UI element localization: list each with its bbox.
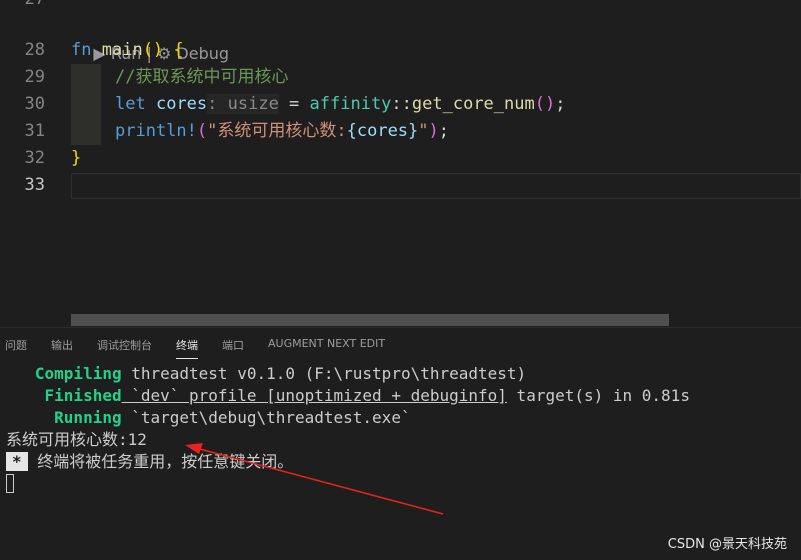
code-editor[interactable]: 27 ▶ Run | ⚙ Debug 28 fn main() { 29 //获… bbox=[0, 0, 801, 326]
watermark: CSDN @景天科技苑 bbox=[667, 537, 787, 552]
code-line-29[interactable]: //获取系统中可用核心 bbox=[115, 64, 288, 91]
token: ; bbox=[438, 121, 450, 141]
terminal-output[interactable]: Compiling threadtest v0.1.0 (F:\rustpro\… bbox=[0, 360, 801, 560]
tab-output[interactable]: 输出 bbox=[51, 337, 73, 353]
token: affinity bbox=[309, 94, 392, 114]
token: ; bbox=[555, 94, 566, 114]
line-number-32: 32 bbox=[24, 148, 45, 168]
code-line-31[interactable]: println!("系统可用核心数:{cores}"); bbox=[115, 118, 449, 145]
token: get_core_num bbox=[411, 94, 535, 114]
terminal-line: Running `target\debug\threadtest.exe` bbox=[6, 407, 411, 429]
token: "系统可用核心数: bbox=[207, 121, 347, 141]
terminal-line: Finished `dev` profile [unoptimized + de… bbox=[6, 385, 690, 407]
token: main bbox=[101, 40, 143, 60]
cargo-status: Running bbox=[6, 408, 122, 427]
token: {cores} bbox=[346, 121, 419, 141]
token: fn bbox=[71, 40, 92, 60]
terminal-text: 终端将被任务重用，按任意键关闭。 bbox=[27, 452, 294, 471]
line-number-28: 28 bbox=[24, 40, 45, 60]
terminal-line: * 终端将被任务重用，按任意键关闭。 bbox=[6, 451, 293, 473]
terminal-text: threadtest v0.1.0 (F:\rustpro\threadtest… bbox=[121, 364, 527, 383]
tab-terminal[interactable]: 终端 bbox=[176, 337, 198, 359]
line-number-33: 33 bbox=[24, 175, 45, 195]
terminal-text: `target\debug\threadtest.exe` bbox=[121, 408, 411, 427]
token: let bbox=[115, 94, 146, 114]
token: } bbox=[71, 148, 82, 168]
token: () bbox=[142, 40, 164, 60]
terminal-line: Compiling threadtest v0.1.0 (F:\rustpro\… bbox=[6, 363, 526, 385]
horizontal-scrollbar[interactable] bbox=[71, 314, 669, 326]
code-line-32[interactable]: } bbox=[71, 145, 81, 172]
terminal-text: `dev` profile bbox=[121, 386, 267, 405]
code-line-30[interactable]: let cores: usize = affinity::get_core_nu… bbox=[115, 91, 565, 118]
token: :: bbox=[391, 94, 412, 114]
program-output-line: 系统可用核心数:12 bbox=[6, 430, 147, 449]
token: = bbox=[278, 94, 310, 114]
line-number-27: 27 bbox=[0, 0, 45, 13]
token: " bbox=[418, 121, 429, 141]
token: println! bbox=[115, 121, 197, 141]
current-line-highlight bbox=[71, 173, 801, 199]
cargo-status: Compiling bbox=[6, 364, 122, 383]
type-inlay-hint: : usize bbox=[207, 94, 279, 114]
panel-tab-bar: 问题 输出 调试控制台 终端 端口 AUGMENT NEXT EDIT bbox=[0, 327, 801, 360]
cargo-status: Finished bbox=[6, 386, 122, 405]
terminal-text: [unoptimized + debuginfo] bbox=[266, 386, 507, 405]
tab-ports[interactable]: 端口 bbox=[222, 337, 244, 353]
tab-debug-console[interactable]: 调试控制台 bbox=[97, 337, 152, 353]
terminal-cursor bbox=[6, 474, 14, 493]
tab-augment-next-edit[interactable]: AUGMENT NEXT EDIT bbox=[268, 337, 385, 350]
line-number-29: 29 bbox=[24, 67, 45, 87]
code-line-28[interactable]: fn main() { bbox=[71, 37, 184, 64]
token: { bbox=[173, 40, 184, 60]
line-number-30: 30 bbox=[24, 94, 45, 114]
token: cores bbox=[155, 94, 208, 114]
terminal-text: target(s) in 0.81s bbox=[506, 386, 690, 405]
tab-problems[interactable]: 问题 bbox=[5, 337, 27, 353]
line-number-31: 31 bbox=[24, 121, 45, 141]
token: () bbox=[534, 94, 556, 114]
token: ) bbox=[428, 121, 439, 141]
token: //获取系统中可用核心 bbox=[115, 67, 289, 87]
token: ( bbox=[196, 121, 208, 141]
task-marker: * bbox=[6, 452, 28, 471]
